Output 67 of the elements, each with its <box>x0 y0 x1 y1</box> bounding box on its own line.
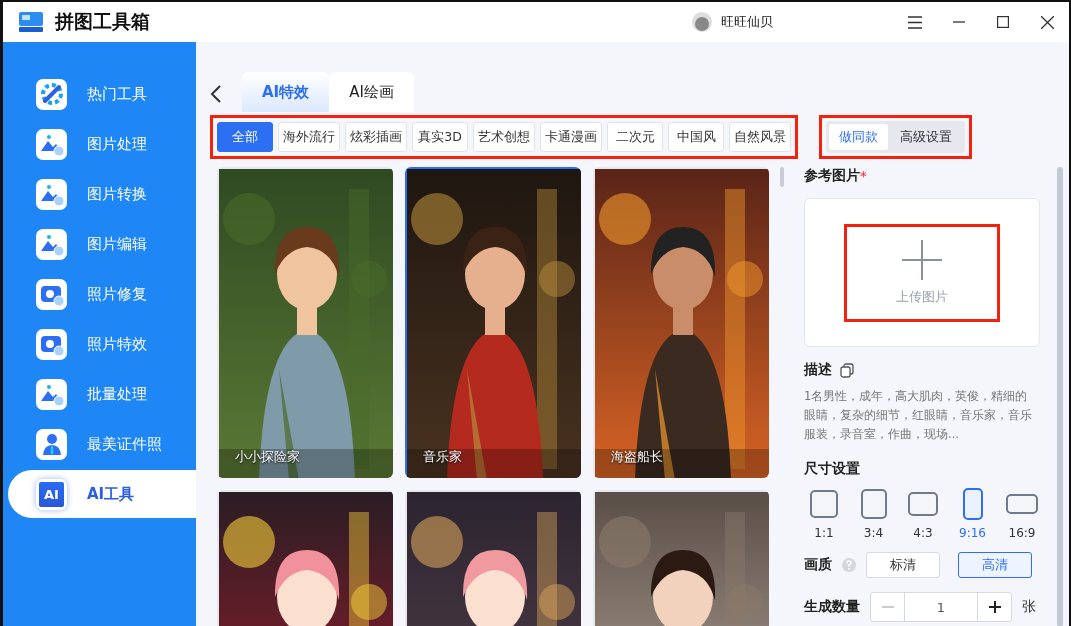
quality-option[interactable]: 高清 <box>958 552 1032 578</box>
aspect-ratio-option[interactable]: 4:3 <box>903 488 943 540</box>
plus-icon <box>988 601 1001 613</box>
aspect-ratio-option[interactable]: 3:4 <box>853 488 894 540</box>
category-chip[interactable]: 艺术创想 <box>473 122 535 152</box>
sidebar-item[interactable]: 最美证件照 <box>8 420 196 468</box>
tab[interactable]: AI绘画 <box>329 72 414 112</box>
aspect-ratio-icon <box>908 492 938 516</box>
quantity-stepper[interactable]: 1 <box>870 592 1012 622</box>
style-card[interactable]: 小小探险家 <box>217 167 393 478</box>
copy-icon[interactable] <box>840 362 854 378</box>
quantity-value[interactable]: 1 <box>904 593 978 621</box>
field-label: 参考图片 <box>804 167 860 185</box>
app-title: 拼图工具箱 <box>55 9 150 34</box>
category-chip[interactable]: 中国风 <box>668 122 724 152</box>
tab[interactable]: AI特效 <box>242 72 330 112</box>
aspect-ratio-option[interactable]: 1:1 <box>804 488 844 540</box>
description-text: 1名男性，成年，高大肌肉，英俊，精细的眼睛，复杂的细节，红眼睛，音乐家，音乐服装，录音室，作曲，现场... <box>804 388 1033 443</box>
close-icon <box>1040 15 1054 29</box>
card-title: 音乐家 <box>423 448 462 466</box>
category-chip[interactable]: 卡通漫画 <box>540 122 602 152</box>
category-chip[interactable]: 二次元 <box>607 122 663 152</box>
category-chip[interactable]: 自然风景 <box>729 122 791 152</box>
field-label: 尺寸设置 <box>804 460 860 476</box>
app-logo-icon <box>19 12 43 32</box>
field-label: 画质 <box>804 556 832 574</box>
mode-tab[interactable]: 高级设置 <box>890 124 962 150</box>
maximize-icon <box>997 16 1009 28</box>
field-label: 描述 <box>804 361 832 379</box>
chevron-left-icon <box>210 84 222 104</box>
scrollbar[interactable] <box>780 167 784 187</box>
required-mark: * <box>860 168 867 184</box>
field-label: 生成数量 <box>804 598 860 616</box>
sidebar-item[interactable]: 图片编辑 <box>8 220 196 268</box>
style-card[interactable]: 海盗船长 <box>593 167 769 478</box>
sidebar-item[interactable]: 图片转换 <box>8 170 196 218</box>
wrench-icon <box>39 82 64 106</box>
menu-icon <box>908 15 922 29</box>
category-chip[interactable]: 炫彩插画 <box>345 122 407 152</box>
aspect-ratio-option[interactable]: 16:9 <box>1002 488 1042 540</box>
user-name[interactable]: 旺旺仙贝 <box>721 13 773 31</box>
ai-icon: AI <box>39 481 64 507</box>
aspect-ratio-icon <box>810 490 838 518</box>
unit-label: 张 <box>1022 598 1036 616</box>
aspect-ratio-icon <box>860 489 887 519</box>
sidebar-item[interactable]: 图片处理 <box>8 120 196 168</box>
scrollbar[interactable] <box>1057 167 1063 626</box>
avatar-icon[interactable] <box>691 11 713 33</box>
sidebar-item[interactable]: 照片修复 <box>8 270 196 318</box>
quality-option[interactable]: 标清 <box>866 552 940 578</box>
mode-tab[interactable]: 做同款 <box>829 124 888 150</box>
style-card[interactable]: 音乐家 <box>405 167 581 478</box>
minimize-icon <box>953 21 965 23</box>
category-chip[interactable]: 海外流行 <box>278 122 340 152</box>
minus-icon <box>881 606 894 608</box>
sidebar-item[interactable]: 批量处理 <box>8 370 196 418</box>
card-title: 海盗船长 <box>611 448 663 466</box>
sidebar-item[interactable]: AI AI工具 <box>8 470 196 518</box>
aspect-ratio-icon <box>962 488 983 520</box>
aspect-ratio-option[interactable]: 9:16 <box>952 488 993 540</box>
card-title: 小小探险家 <box>235 448 300 466</box>
aspect-ratio-icon <box>1006 494 1038 514</box>
sidebar-item[interactable]: 热门工具 <box>8 70 196 118</box>
category-chip[interactable]: 真实3D <box>412 122 468 152</box>
category-chip[interactable]: 全部 <box>217 122 273 152</box>
sidebar-item[interactable]: 照片特效 <box>8 320 196 368</box>
plus-icon <box>902 239 942 280</box>
